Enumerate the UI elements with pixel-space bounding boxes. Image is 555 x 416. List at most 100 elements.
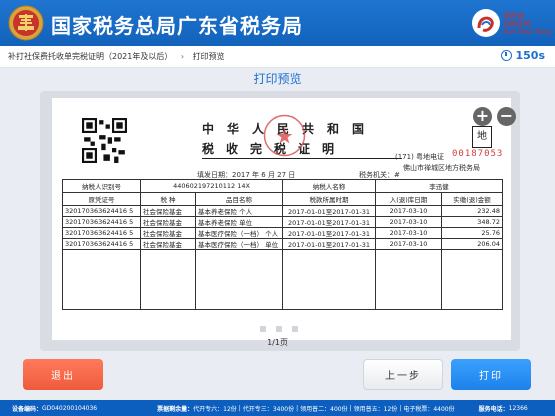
- col-header: 实缴(退)金额: [441, 192, 504, 206]
- taxpayer-name-label: 纳税人名称: [282, 179, 377, 193]
- certificate-number-label: (171) 粤地电证: [395, 153, 445, 161]
- col-header: 入(退)库日期: [375, 192, 443, 206]
- table-cell: [375, 249, 443, 310]
- tax-office-name: 佛山市禅城区地方税务局: [403, 164, 480, 172]
- table-cell: 2017-03-10: [375, 216, 443, 228]
- table-cell: 206.04: [441, 238, 504, 250]
- taxpayer-id-label: 纳税人识别号: [62, 179, 141, 193]
- print-preview-panel[interactable]: 中华人民共和国 税收完税证明 (171) 粤地电证 00187053 佛山市禅城…: [40, 91, 520, 351]
- table-cell: 320170363624416 5: [62, 227, 141, 239]
- table-cell: 基本养老保险 单位: [194, 216, 284, 228]
- breadcrumb-item-service: 补打社保费托收单完税证明（2021年及以后）: [8, 52, 173, 61]
- table-cell: 2017-03-10: [375, 227, 443, 239]
- page-title: 打印预览: [253, 72, 302, 86]
- stock-item2-value: 3400份: [272, 405, 295, 413]
- stock-item1-value: 12份: [223, 405, 237, 413]
- status-footer: 设备编码： GD040200104036 票据剩余量： 代开专六： 12份 | 代…: [0, 400, 555, 416]
- page-dot[interactable]: [292, 326, 298, 332]
- stock-item4-label: 领用普五：: [353, 405, 384, 413]
- table-cell: 基本医疗保险（一档） 个人: [194, 227, 284, 239]
- divider: |: [296, 404, 299, 412]
- timer-text: 150s: [515, 49, 545, 62]
- clock-icon: [501, 50, 513, 61]
- exit-button[interactable]: 退出: [23, 359, 103, 390]
- table-cell: [62, 249, 141, 310]
- breadcrumb-item-preview: 打印预览: [192, 52, 225, 61]
- table-cell: 社会保险基金: [140, 216, 196, 228]
- page-dot[interactable]: [276, 326, 282, 332]
- taxpayer-id: 440602197210112 14X: [139, 179, 284, 193]
- top-header: 国家税务总局广东省税务局 粤税通 自助办税 Yue Shui Tong: [0, 0, 555, 46]
- tax-emblem-icon: [8, 5, 44, 41]
- table-cell: [441, 249, 504, 310]
- table-cell: 348.72: [441, 216, 504, 228]
- table-cell: [282, 249, 377, 310]
- print-button[interactable]: 打印: [451, 359, 531, 390]
- table-cell: 2017-01-01至2017-01-31: [282, 238, 377, 250]
- taxpayer-name: 李迅健: [375, 179, 504, 193]
- table-cell: 2017-01-01至2017-01-31: [282, 205, 377, 217]
- table-cell: 基本养老保险 个人: [194, 205, 284, 217]
- stamp-box: 地: [472, 126, 492, 148]
- taxpayer-row: 纳税人识别号 440602197210112 14X 纳税人名称 李迅健: [62, 179, 504, 193]
- stock-item2-label: 代开专三：: [242, 405, 273, 413]
- breadcrumb: 补打社保费托收单完税证明（2021年及以后） › 打印预览: [8, 51, 225, 62]
- table-cell: 2017-01-01至2017-01-31: [282, 216, 377, 228]
- brand-line1: 粤税通: [503, 12, 524, 20]
- divider: |: [349, 404, 352, 412]
- page-dot[interactable]: [260, 326, 266, 332]
- table-cell: 2017-03-10: [375, 238, 443, 250]
- device-code: GD040200104036: [42, 404, 98, 412]
- official-seal-icon: [263, 114, 306, 157]
- previous-step-button[interactable]: 上一步: [363, 359, 443, 390]
- table-cell: 320170363624416 5: [62, 216, 141, 228]
- stock-item5-value: 4400份: [433, 405, 455, 413]
- table-header-row: 原凭证号 税 种 品目名称 税款所属时期 入(退)库日期 实缴(退)金额: [62, 192, 504, 206]
- table-cell: 社会保险基金: [140, 205, 196, 217]
- breadcrumb-bar: 补打社保费托收单完税证明（2021年及以后） › 打印预览 150s: [0, 46, 555, 68]
- yueshuitong-logo-icon: [472, 9, 500, 37]
- stock-item4-value: 12份: [383, 405, 398, 413]
- page-dots: [234, 326, 324, 332]
- title-underline: [202, 158, 402, 159]
- divider: |: [399, 404, 402, 412]
- brand-text: 粤税通 自助办税 Yue Shui Tong: [503, 12, 551, 36]
- table-cell: 2017-03-10: [375, 205, 443, 217]
- brand-logo: 粤税通 自助办税 Yue Shui Tong: [471, 8, 551, 38]
- stock-item1-label: 代开专六：: [193, 405, 224, 413]
- col-header: 税款所属时期: [282, 192, 377, 206]
- table-cell: [140, 249, 196, 310]
- table-row: 320170363624416 5 社会保险基金 基本医疗保险（一档） 单位 2…: [62, 238, 504, 250]
- table-cell: 232.48: [441, 205, 504, 217]
- table-blank-row: [62, 249, 504, 310]
- page-indicator: 1/1页: [267, 338, 288, 347]
- table-cell: 320170363624416 5: [62, 238, 141, 250]
- breadcrumb-separator: ›: [180, 52, 185, 61]
- table-cell: 社会保险基金: [140, 238, 196, 250]
- table-row: 320170363624416 5 社会保险基金 基本养老保险 个人 2017-…: [62, 205, 504, 217]
- table-cell: 25.76: [441, 227, 504, 239]
- table-cell: [194, 249, 284, 310]
- hotline: 12366: [508, 404, 528, 412]
- col-header: 原凭证号: [62, 192, 141, 206]
- brand-line2: 自助办税: [503, 20, 531, 28]
- divider: |: [238, 404, 241, 412]
- table-cell: 2017-01-01至2017-01-31: [282, 227, 377, 239]
- device-code-label: 设备编码：: [12, 405, 43, 413]
- col-header: 税 种: [140, 192, 196, 206]
- stock-label: 票据剩余量：: [157, 405, 194, 413]
- brand-line3: Yue Shui Tong: [503, 28, 552, 36]
- countdown-timer: 150s: [501, 49, 545, 62]
- stock-item3-label: 领用普二：: [300, 405, 331, 413]
- certificate-number: 00187053: [452, 149, 504, 159]
- table-cell: 社会保险基金: [140, 227, 196, 239]
- table-row: 320170363624416 5 社会保险基金 基本医疗保险（一档） 个人 2…: [62, 227, 504, 239]
- zoom-in-button[interactable]: +: [473, 107, 492, 126]
- header-title: 国家税务总局广东省税务局: [51, 14, 303, 38]
- zoom-out-button[interactable]: −: [497, 107, 516, 126]
- table-cell: 320170363624416 5: [62, 205, 141, 217]
- table-row: 320170363624416 5 社会保险基金 基本养老保险 单位 2017-…: [62, 216, 504, 228]
- stock-item3-value: 400份: [330, 405, 348, 413]
- certificate-paper: 中华人民共和国 税收完税证明 (171) 粤地电证 00187053 佛山市禅城…: [52, 98, 516, 340]
- col-header: 品目名称: [194, 192, 284, 206]
